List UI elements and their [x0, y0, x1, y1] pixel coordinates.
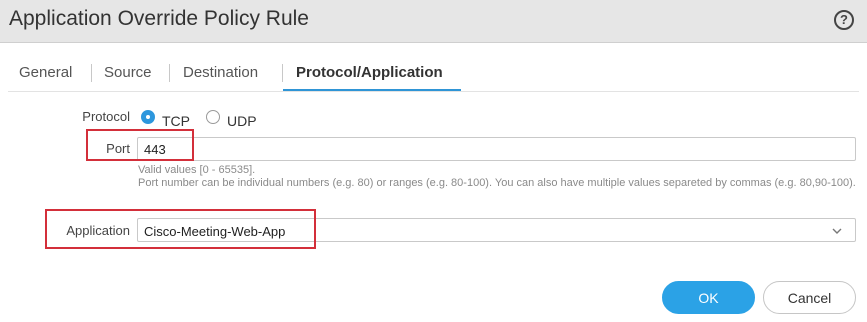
port-hint-range: Valid values [0 - 65535].	[138, 164, 256, 176]
application-select-value: Cisco-Meeting-Web-App	[144, 224, 286, 239]
cancel-button[interactable]: Cancel	[763, 281, 856, 314]
dialog-title: Application Override Policy Rule	[9, 7, 309, 30]
tab-protocol-application[interactable]: Protocol/Application	[296, 64, 443, 81]
tab-divider	[169, 64, 170, 82]
port-hint-format: Port number can be individual numbers (e…	[138, 177, 856, 189]
tab-bar-rule	[8, 91, 859, 92]
udp-radio-label[interactable]: UDP	[227, 113, 257, 129]
protocol-label: Protocol	[82, 109, 130, 124]
port-hint: Valid values [0 - 65535]. Port number ca…	[138, 164, 856, 190]
udp-radio[interactable]	[206, 110, 220, 124]
tab-bar: General Source Destination Protocol/Appl…	[0, 56, 867, 92]
tab-general[interactable]: General	[19, 64, 72, 81]
tab-divider	[91, 64, 92, 82]
chevron-down-icon[interactable]	[832, 226, 842, 236]
dialog-titlebar: Application Override Policy Rule ?	[0, 0, 867, 43]
active-tab-indicator	[283, 89, 461, 91]
tcp-radio[interactable]	[141, 110, 155, 124]
application-override-dialog: Application Override Policy Rule ? Gener…	[0, 0, 867, 322]
port-input[interactable]	[137, 137, 856, 161]
tab-divider	[282, 64, 283, 82]
help-icon[interactable]: ?	[834, 10, 854, 30]
tab-destination[interactable]: Destination	[183, 64, 258, 81]
application-label: Application	[66, 223, 130, 238]
tcp-radio-label[interactable]: TCP	[162, 113, 190, 129]
ok-button[interactable]: OK	[662, 281, 755, 314]
port-label: Port	[106, 141, 130, 156]
tab-source[interactable]: Source	[104, 64, 152, 81]
